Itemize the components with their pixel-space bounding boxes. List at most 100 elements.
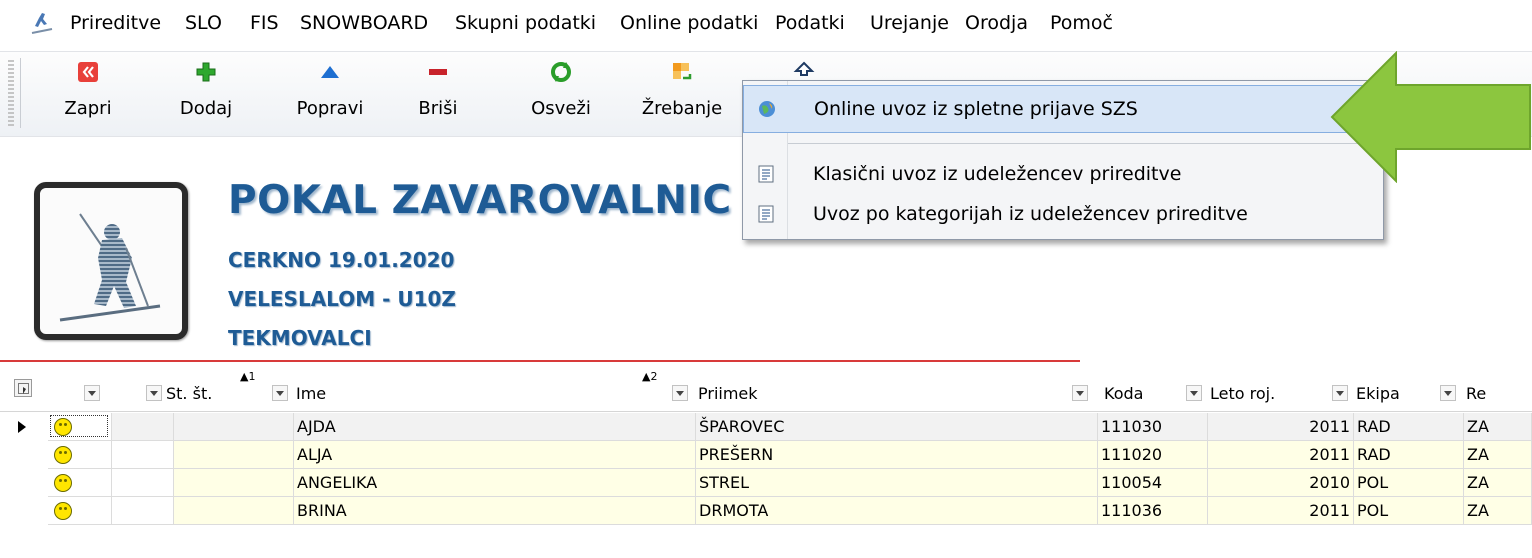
filter-dropdown-icon[interactable]: [1072, 385, 1088, 401]
first-name-cell[interactable]: BRINA: [294, 497, 696, 525]
menu-snowboard[interactable]: SNOWBOARD: [300, 12, 428, 34]
menu-skupni-podatki[interactable]: Skupni podatki: [455, 12, 596, 34]
blank-cell[interactable]: [112, 413, 174, 441]
column-ekipa[interactable]: Ekipa: [1356, 384, 1400, 403]
edit-button-label: Popravi: [296, 98, 364, 119]
sort-indicator-1: ▲1: [240, 370, 256, 383]
current-row-indicator: [18, 421, 26, 433]
code-cell[interactable]: 111020: [1098, 441, 1208, 469]
code-cell[interactable]: 111030: [1098, 413, 1208, 441]
team-cell[interactable]: POL: [1354, 469, 1464, 497]
menu-fis[interactable]: FIS: [250, 12, 279, 34]
menu-prireditve[interactable]: Prireditve: [70, 12, 161, 34]
column-leto-roj[interactable]: Leto roj.: [1210, 384, 1275, 403]
last-name-cell[interactable]: DRMOTA: [696, 497, 1098, 525]
blank-cell[interactable]: [112, 497, 174, 525]
globe-icon: [759, 101, 775, 117]
last-name-cell[interactable]: STREL: [696, 469, 1098, 497]
toolbar-grip[interactable]: [8, 60, 14, 126]
draw-button-label: Žrebanje: [641, 98, 723, 119]
filter-dropdown-icon[interactable]: [84, 385, 100, 401]
status-cell[interactable]: [48, 441, 112, 469]
menu-online-podatki[interactable]: Online podatki: [620, 12, 758, 34]
column-st-st[interactable]: St. št.: [166, 384, 212, 403]
close-button-label: Zapri: [64, 98, 112, 119]
smiley-icon: [54, 474, 72, 492]
draw-button[interactable]: Žrebanje: [641, 60, 723, 130]
column-re[interactable]: Re: [1466, 384, 1486, 403]
team-cell[interactable]: POL: [1354, 497, 1464, 525]
filter-dropdown-icon[interactable]: [1186, 385, 1202, 401]
status-cell[interactable]: [48, 469, 112, 497]
menu-urejanje[interactable]: Urejanje: [870, 12, 949, 34]
first-name-cell[interactable]: ANGELIKA: [294, 469, 696, 497]
birth-year-cell[interactable]: 2011: [1208, 497, 1354, 525]
table-row[interactable]: AJDA ŠPAROVEC 111030 2011 RAD ZA: [0, 413, 1532, 441]
code-cell[interactable]: 111036: [1098, 497, 1208, 525]
status-cell[interactable]: [48, 497, 112, 525]
refresh-button[interactable]: Osveži: [528, 60, 594, 130]
filter-dropdown-icon[interactable]: [146, 385, 162, 401]
menu-podatki[interactable]: Podatki: [775, 12, 845, 34]
filter-dropdown-icon[interactable]: [272, 385, 288, 401]
edit-button[interactable]: Popravi: [290, 60, 370, 130]
first-name-cell[interactable]: AJDA: [294, 413, 696, 441]
team-cell[interactable]: RAD: [1354, 413, 1464, 441]
last-name-cell[interactable]: ŠPAROVEC: [696, 413, 1098, 441]
menu-item-category-import[interactable]: Uvoz po kategorijah iz udeležencev prire…: [743, 191, 1383, 239]
code-cell[interactable]: 110054: [1098, 469, 1208, 497]
menu-slo[interactable]: SLO: [185, 12, 222, 34]
birth-year-cell[interactable]: 2010: [1208, 469, 1354, 497]
start-number-cell[interactable]: [174, 413, 294, 441]
start-number-cell[interactable]: [174, 497, 294, 525]
refresh-green-icon: [551, 62, 571, 82]
table-row[interactable]: BRINA DRMOTA 111036 2011 POL ZA: [0, 497, 1532, 525]
region-cell[interactable]: ZA: [1464, 469, 1532, 497]
column-chooser-icon[interactable]: [14, 379, 32, 397]
column-ime[interactable]: Ime: [296, 384, 326, 403]
triangle-up-blue-icon: [321, 66, 339, 78]
document-icon: [758, 205, 774, 223]
region-cell[interactable]: ZA: [1464, 441, 1532, 469]
table-row[interactable]: ANGELIKA STREL 110054 2010 POL ZA: [0, 469, 1532, 497]
divider-line: [0, 360, 1080, 362]
start-number-cell[interactable]: [174, 441, 294, 469]
location-date: CERKNO 19.01.2020: [228, 248, 455, 272]
start-number-cell[interactable]: [174, 469, 294, 497]
close-button[interactable]: Zapri: [60, 60, 116, 130]
region-cell[interactable]: ZA: [1464, 497, 1532, 525]
menu-orodja[interactable]: Orodja: [965, 12, 1028, 34]
draw-icon: [673, 63, 692, 80]
smiley-icon: [54, 502, 72, 520]
menu-item-online-import[interactable]: Online uvoz iz spletne prijave SZS: [743, 85, 1383, 133]
menu-item-label: Uvoz po kategorijah iz udeležencev prire…: [813, 203, 1248, 225]
birth-year-cell[interactable]: 2011: [1208, 441, 1354, 469]
blank-cell[interactable]: [112, 469, 174, 497]
column-priimek[interactable]: Priimek: [698, 384, 758, 403]
status-cell[interactable]: [48, 413, 112, 441]
first-name-cell[interactable]: ALJA: [294, 441, 696, 469]
region-cell[interactable]: ZA: [1464, 413, 1532, 441]
delete-button-label: Briši: [418, 98, 458, 119]
team-cell[interactable]: RAD: [1354, 441, 1464, 469]
menu-separator: [788, 143, 1378, 144]
table-row[interactable]: ALJA PREŠERN 111020 2011 RAD ZA: [0, 441, 1532, 469]
minus-red-icon: [429, 69, 447, 75]
filter-dropdown-icon[interactable]: [672, 385, 688, 401]
sort-indicator-2: ▲2: [642, 370, 658, 383]
column-koda[interactable]: Koda: [1104, 384, 1143, 403]
add-button[interactable]: Dodaj: [178, 60, 234, 130]
filter-dropdown-icon[interactable]: [1332, 385, 1348, 401]
filter-dropdown-icon[interactable]: [1440, 385, 1456, 401]
smiley-icon: [54, 446, 72, 464]
refresh-button-label: Osveži: [531, 98, 591, 119]
birth-year-cell[interactable]: 2011: [1208, 413, 1354, 441]
blank-cell[interactable]: [112, 441, 174, 469]
menu-pomoc[interactable]: Pomoč: [1050, 12, 1113, 34]
page-title: POKAL ZAVAROVALNIC: [228, 178, 732, 223]
section-label: TEKMOVALCI: [228, 326, 372, 350]
skier-app-icon[interactable]: [30, 11, 54, 37]
toolbar-separator: [20, 58, 21, 128]
delete-button[interactable]: Briši: [410, 60, 466, 130]
last-name-cell[interactable]: PREŠERN: [696, 441, 1098, 469]
